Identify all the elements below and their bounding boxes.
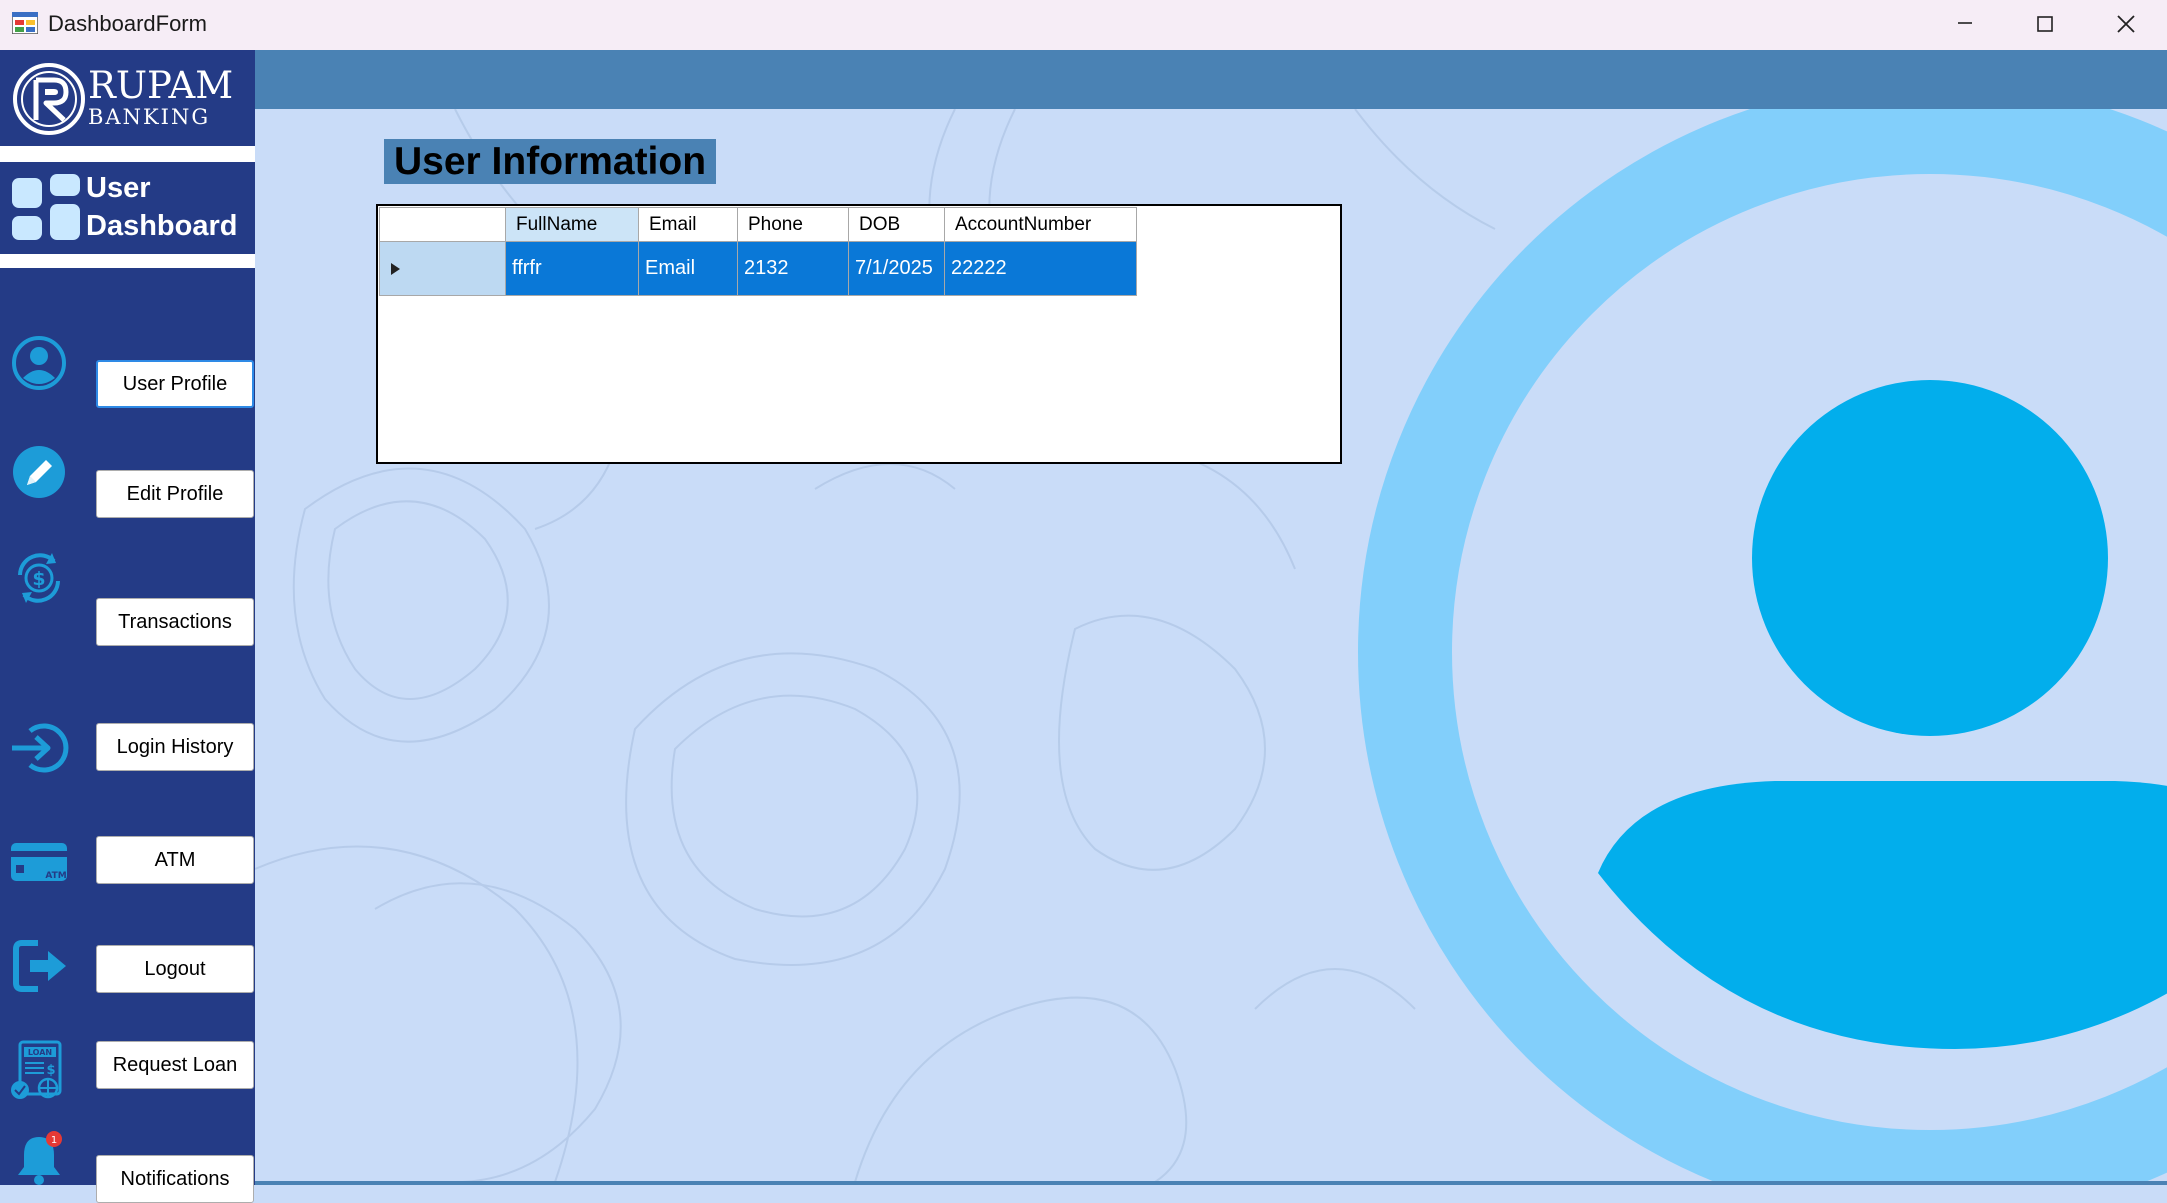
user-circle-icon [12,336,66,390]
bell-icon: 1 [18,1131,62,1185]
column-header-fullname[interactable]: FullName [505,207,639,242]
cell-email[interactable]: Email [638,241,738,296]
login-history-button[interactable]: Login History [96,723,254,771]
notifications-button[interactable]: Notifications [96,1155,254,1203]
column-header-email[interactable]: Email [638,207,738,242]
cell-dob[interactable]: 7/1/2025 [848,241,945,296]
row-header-corner [379,207,506,242]
close-icon [2117,15,2135,33]
svg-text:$: $ [46,1063,55,1078]
maximize-button[interactable] [2007,0,2087,50]
brand-logo: RUPAM BANKING [0,50,255,144]
header-bar [255,50,2167,109]
divider [0,146,255,162]
app-icon [12,12,38,34]
table-header-row: FullName Email Phone DOB AccountNumber [379,207,1137,242]
window-title: DashboardForm [48,11,207,36]
title-bar: DashboardForm [0,0,2167,50]
user-info-table: FullName Email Phone DOB AccountNumber f… [379,207,1137,296]
row-selector[interactable] [379,241,506,296]
rupam-logo-icon [13,63,85,135]
svg-text:ATM: ATM [45,871,66,881]
divider [0,254,255,268]
transactions-button[interactable]: Transactions [96,598,254,646]
sidebar: RUPAM BANKING User Dashboard User Profil… [0,50,255,1203]
column-header-dob[interactable]: DOB [848,207,945,242]
user-info-grid[interactable]: FullName Email Phone DOB AccountNumber f… [376,204,1342,464]
svg-text:LOAN: LOAN [28,1048,52,1057]
column-header-accountnumber[interactable]: AccountNumber [944,207,1137,242]
dashboard-grid-icon [12,174,80,240]
cell-fullname[interactable]: ffrfr [505,241,639,296]
page-title: User Information [384,139,717,184]
pencil-icon [13,446,65,498]
dollar-cycle-icon: $ [18,553,60,603]
current-row-arrow-icon [391,263,400,275]
dashboard-title-line2: Dashboard [86,210,238,242]
logout-button[interactable]: Logout [96,945,254,993]
cell-accountnumber[interactable]: 22222 [944,241,1137,296]
minimize-button[interactable] [1926,0,2006,50]
notification-badge: 1 [51,1135,57,1146]
brand-subtitle: BANKING [88,105,211,129]
maximize-icon [2037,16,2053,32]
user-profile-button[interactable]: User Profile [96,360,254,408]
request-loan-button[interactable]: Request Loan [96,1041,254,1089]
dashboard-header: User Dashboard [0,164,255,250]
cell-phone[interactable]: 2132 [737,241,849,296]
logout-icon [13,940,66,992]
atm-button[interactable]: ATM [96,836,254,884]
edit-profile-button[interactable]: Edit Profile [96,470,254,518]
close-button[interactable] [2087,0,2167,50]
atm-card-icon: ATM [11,843,67,881]
table-row[interactable]: ffrfr Email 2132 7/1/2025 22222 [379,241,1137,296]
loan-document-icon: LOAN $ [11,1040,62,1099]
column-header-phone[interactable]: Phone [737,207,849,242]
login-arrow-icon [12,723,69,773]
bottom-border [255,1181,2167,1185]
dashboard-title-line1: User [86,172,151,204]
svg-text:$: $ [32,568,45,590]
brand-name: RUPAM [88,64,234,107]
minimize-icon [1958,22,1972,24]
